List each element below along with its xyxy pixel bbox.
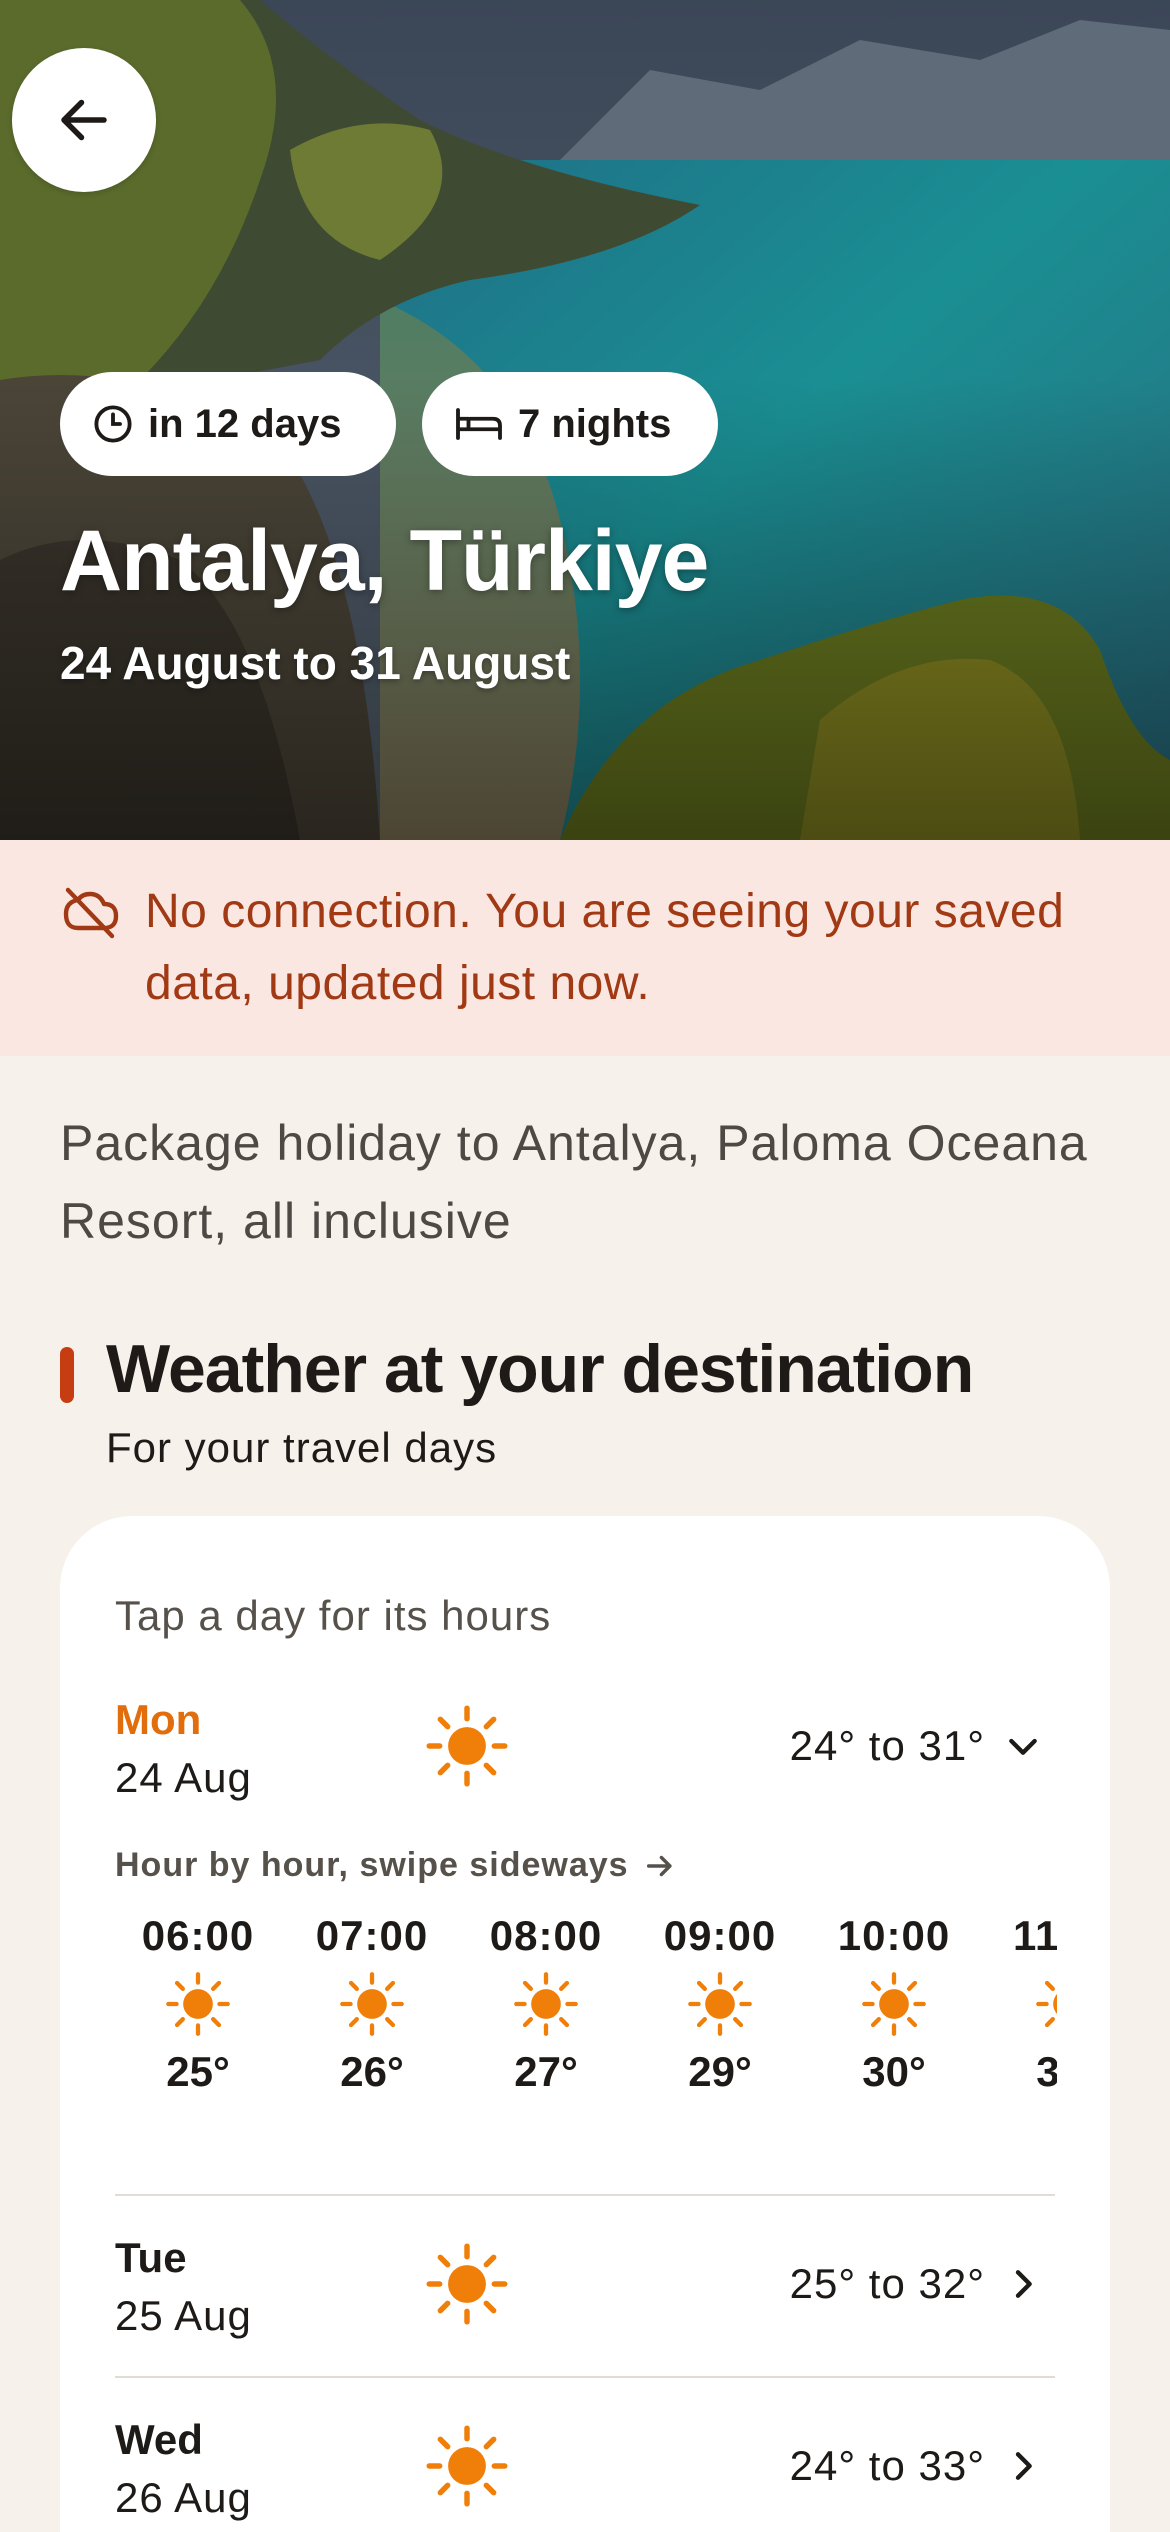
hour-time: 06:00 — [141, 1912, 255, 1959]
day-date: 25 Aug — [115, 2292, 252, 2339]
destination-title: Antalya, Türkiye — [60, 513, 709, 609]
chevron-down-icon — [1009, 1738, 1037, 1755]
day-name: Tue — [115, 2234, 187, 2281]
nights-badge: 7 nights — [422, 372, 718, 476]
offline-message: No connection. You are seeing your saved… — [145, 885, 1065, 1010]
sun-icon — [426, 2243, 508, 2325]
countdown-badge: in 12 days — [60, 372, 396, 476]
day-name: Mon — [115, 1696, 202, 1743]
hour-temp: 25° — [166, 2048, 230, 2095]
weather-section-subtitle: For your travel days — [106, 1424, 498, 1471]
row-divider — [115, 2194, 1055, 2196]
sun-icon — [426, 2425, 508, 2507]
hero-banner: in 12 days 7 nights Antalya, Türkiye 24 … — [0, 0, 1170, 840]
sun-icon — [340, 1972, 404, 2036]
hour-temp: 30° — [862, 2048, 926, 2095]
hourly-hint-label: Hour by hour, swipe sideways — [115, 1846, 629, 1884]
weather-section-title: Weather at your destination — [106, 1331, 974, 1407]
weather-day-row-mon[interactable]: Mon 24 Aug 24° to 31° — [115, 1696, 1055, 1816]
sun-icon — [688, 1972, 752, 2036]
hour-item: 09:00 29° — [645, 1908, 795, 2100]
hour-temp: 26° — [340, 2048, 404, 2095]
hourly-forecast-strip[interactable]: 06:00 25° 07:00 26° 08:00 27° 09:00 29° … — [115, 1908, 1057, 2108]
nights-label: 7 nights — [518, 401, 672, 446]
hour-temp: 29° — [688, 2048, 752, 2095]
hour-item: 07:00 26° — [297, 1908, 447, 2100]
hour-item: 11:00 31° — [993, 1908, 1057, 2100]
hour-temp: 27° — [514, 2048, 578, 2095]
row-divider — [115, 2376, 1055, 2378]
temperature-range: 24° to 31° — [789, 1722, 985, 1769]
chevron-right-icon — [1015, 2270, 1032, 2298]
temperature-range: 24° to 33° — [789, 2442, 985, 2489]
sun-icon — [426, 1705, 508, 1787]
hour-time: 07:00 — [315, 1912, 429, 1959]
weather-day-row-wed[interactable]: Wed 26 Aug 24° to 33° — [115, 2416, 1055, 2532]
hour-time: 08:00 — [489, 1912, 603, 1959]
temperature-range: 25° to 32° — [789, 2260, 985, 2307]
hour-item: 06:00 25° — [123, 1908, 273, 2100]
clock-icon — [94, 405, 132, 443]
hour-item: 10:00 30° — [819, 1908, 969, 2100]
package-description: Package holiday to Antalya, Paloma Ocean… — [60, 1115, 1088, 1249]
trip-dates: 24 August to 31 August — [60, 637, 571, 689]
sun-icon — [514, 1972, 578, 2036]
countdown-label: in 12 days — [148, 401, 342, 446]
cloud-off-icon — [63, 887, 119, 939]
back-button[interactable] — [12, 48, 156, 192]
section-accent-bar — [60, 1347, 74, 1403]
sun-icon — [1036, 1980, 1057, 2028]
sun-icon — [862, 1972, 926, 2036]
sun-icon — [166, 1972, 230, 2036]
arrow-left-icon — [61, 99, 107, 141]
hour-temp: 31° — [1036, 2048, 1057, 2095]
hour-time: 10:00 — [837, 1912, 951, 1959]
day-date: 24 Aug — [115, 1754, 252, 1801]
arrow-right-icon — [646, 1855, 672, 1876]
bed-icon — [456, 408, 502, 440]
tap-day-hint: Tap a day for its hours — [115, 1592, 552, 1639]
day-name: Wed — [115, 2416, 203, 2463]
hour-time: 09:00 — [663, 1912, 777, 1959]
hour-time: 11:00 — [1012, 1912, 1057, 1959]
chevron-right-icon — [1015, 2452, 1032, 2480]
hourly-swipe-hint: Hour by hour, swipe sideways — [115, 1846, 677, 1885]
weather-day-row-tue[interactable]: Tue 25 Aug 25° to 32° — [115, 2234, 1055, 2354]
day-date: 26 Aug — [115, 2474, 252, 2521]
hour-item: 08:00 27° — [471, 1908, 621, 2100]
